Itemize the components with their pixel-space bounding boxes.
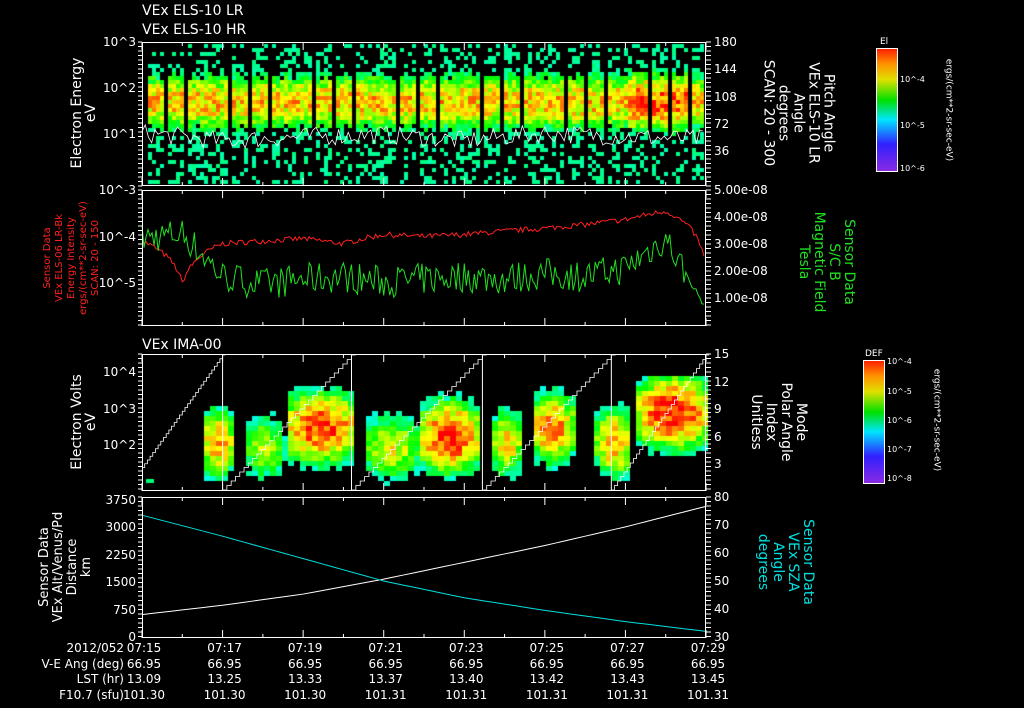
footer-value: 101.31 [364, 687, 407, 702]
footer-value: 13.37 [368, 672, 403, 686]
panel4-rtick: 60 [714, 546, 730, 560]
panel1-ytick: 10^3 [103, 35, 136, 49]
footer-value: 101.30 [203, 687, 246, 702]
panel4-rlabel: Sensor Data VEx SZA Angle degrees [755, 519, 816, 605]
footer-value: 07:25 [529, 641, 565, 655]
footer-value: 07:17 [207, 641, 242, 655]
colorbar1-tick: 10^-6 [900, 164, 925, 173]
panel3-rtick: 9 [714, 402, 722, 416]
footer-value: 101.31 [606, 687, 649, 702]
footer-value: 07:19 [287, 641, 323, 655]
footer-value: 101.30 [123, 687, 165, 702]
panel3-rtick: 6 [714, 429, 722, 444]
panel4-rtick: 80 [714, 490, 730, 504]
colorbar2-tick: 10^-4 [887, 357, 912, 366]
panel2-rtick: 4.00e-08 [714, 210, 768, 224]
footer-value: 07:27 [610, 641, 645, 655]
footer-row-label: V-E Ang (deg) [41, 656, 124, 671]
footer-value: 66.95 [287, 656, 323, 671]
panel2-rtick: 2.00e-08 [714, 264, 768, 278]
panel2-rtick: 5.00e-08 [714, 183, 768, 197]
panel3-title: VEx IMA-00 [142, 337, 222, 353]
panel1-rtick: 36 [714, 144, 730, 158]
footer-value: 101.30 [284, 687, 327, 702]
panel4-rtick: 70 [714, 518, 730, 532]
panel1-title-hr: VEx ELS-10 HR [142, 22, 247, 38]
panel2-ytick: 10^-3 [98, 183, 136, 197]
panel3-ylabel: Electron Volts eV [69, 374, 99, 470]
panel4-frame [142, 497, 706, 638]
panel3-rtick: 3 [714, 457, 722, 471]
footer-row-label: F10.7 (sfu) [59, 687, 124, 702]
footer-value: 13.25 [207, 672, 242, 686]
panel3-frame [142, 354, 706, 491]
footer-value: 66.95 [126, 656, 162, 671]
colorbar1-tick: 10^-4 [900, 75, 925, 84]
panel1-title-lr: VEx ELS-10 LR [142, 3, 244, 19]
colorbar2-tick: 10^-6 [887, 416, 912, 425]
footer-value: 07:23 [448, 641, 484, 655]
panel3-rtick: 15 [714, 347, 730, 361]
footer-row-label: 2012/052 [66, 641, 125, 655]
footer-value: 66.95 [368, 656, 403, 671]
panel1-rtick: 108 [714, 89, 737, 104]
footer-value: 101.31 [445, 687, 488, 702]
footer-value: 66.95 [449, 656, 484, 671]
panel2-ylabel: Sensor Data VEx ELS-06 LR-Bk Energy Intens… [42, 201, 101, 315]
panel1-frame [142, 42, 706, 186]
footer-value: 13.45 [690, 672, 726, 686]
footer-value: 66.95 [207, 656, 242, 671]
colorbar2-tick: 10^-7 [887, 445, 912, 454]
footer-value: 07:15 [126, 641, 162, 655]
footer-value: 07:29 [690, 641, 726, 655]
panel1-rtick: 144 [714, 62, 737, 77]
colorbar1-units: ergs/(cm**2-sr-sec-eV) [943, 58, 954, 162]
panel2-rlabel: Sensor Data S/C B Magnetic Field Tesla [796, 211, 857, 313]
panel3-rlabel: Mode Polar Angle Index Unitless [748, 382, 809, 462]
colorbar1-tick: 10^-5 [900, 121, 925, 130]
footer-value: 101.31 [525, 687, 568, 702]
colorbar2-tick: 10^-5 [887, 387, 912, 396]
panel1-rtick: 72 [714, 116, 730, 131]
colorbar2-title: DEF [865, 349, 883, 359]
colorbar2-tick: 10^-8 [887, 474, 912, 483]
footer-value: 13.40 [449, 672, 484, 686]
panel4-ylabel: Sensor Data VEx Alt/Venus/Pd Distance km [37, 511, 94, 623]
footer-value: 13.33 [287, 672, 323, 686]
colorbar1-title: El [880, 37, 889, 47]
footer-value: 13.43 [610, 672, 645, 686]
footer-value: 101.31 [687, 687, 729, 702]
panel4-rtick: 50 [714, 574, 730, 588]
panel1-rlabel: Pitch Angle VEx ELS-10 LR Angle degrees SCAN… [760, 59, 837, 167]
footer-value: 07:21 [368, 641, 403, 655]
panel4-ytick: 3750 [105, 493, 136, 507]
panel1-rtick: 180 [714, 35, 737, 49]
footer-value: 66.95 [529, 656, 565, 671]
colorbar1 [876, 48, 898, 172]
panel1-ylabel: Electron Energy eV [69, 57, 99, 169]
footer-value: 13.09 [126, 672, 162, 686]
footer-value: 13.42 [529, 672, 565, 686]
colorbar2 [863, 360, 885, 484]
panel2-rtick: 1.00e-08 [714, 291, 768, 305]
panel2-frame [142, 190, 706, 326]
panel3-rtick: 12 [714, 374, 730, 389]
colorbar2-units: ergs/(cm**2-sr-sec-eV) [931, 368, 942, 472]
footer-row-label: LST (hr) [76, 672, 124, 686]
footer-value: 66.95 [690, 656, 726, 671]
footer-value: 66.95 [610, 656, 645, 671]
panel2-rtick: 3.00e-08 [714, 237, 768, 251]
panel4-rtick: 40 [714, 602, 730, 616]
